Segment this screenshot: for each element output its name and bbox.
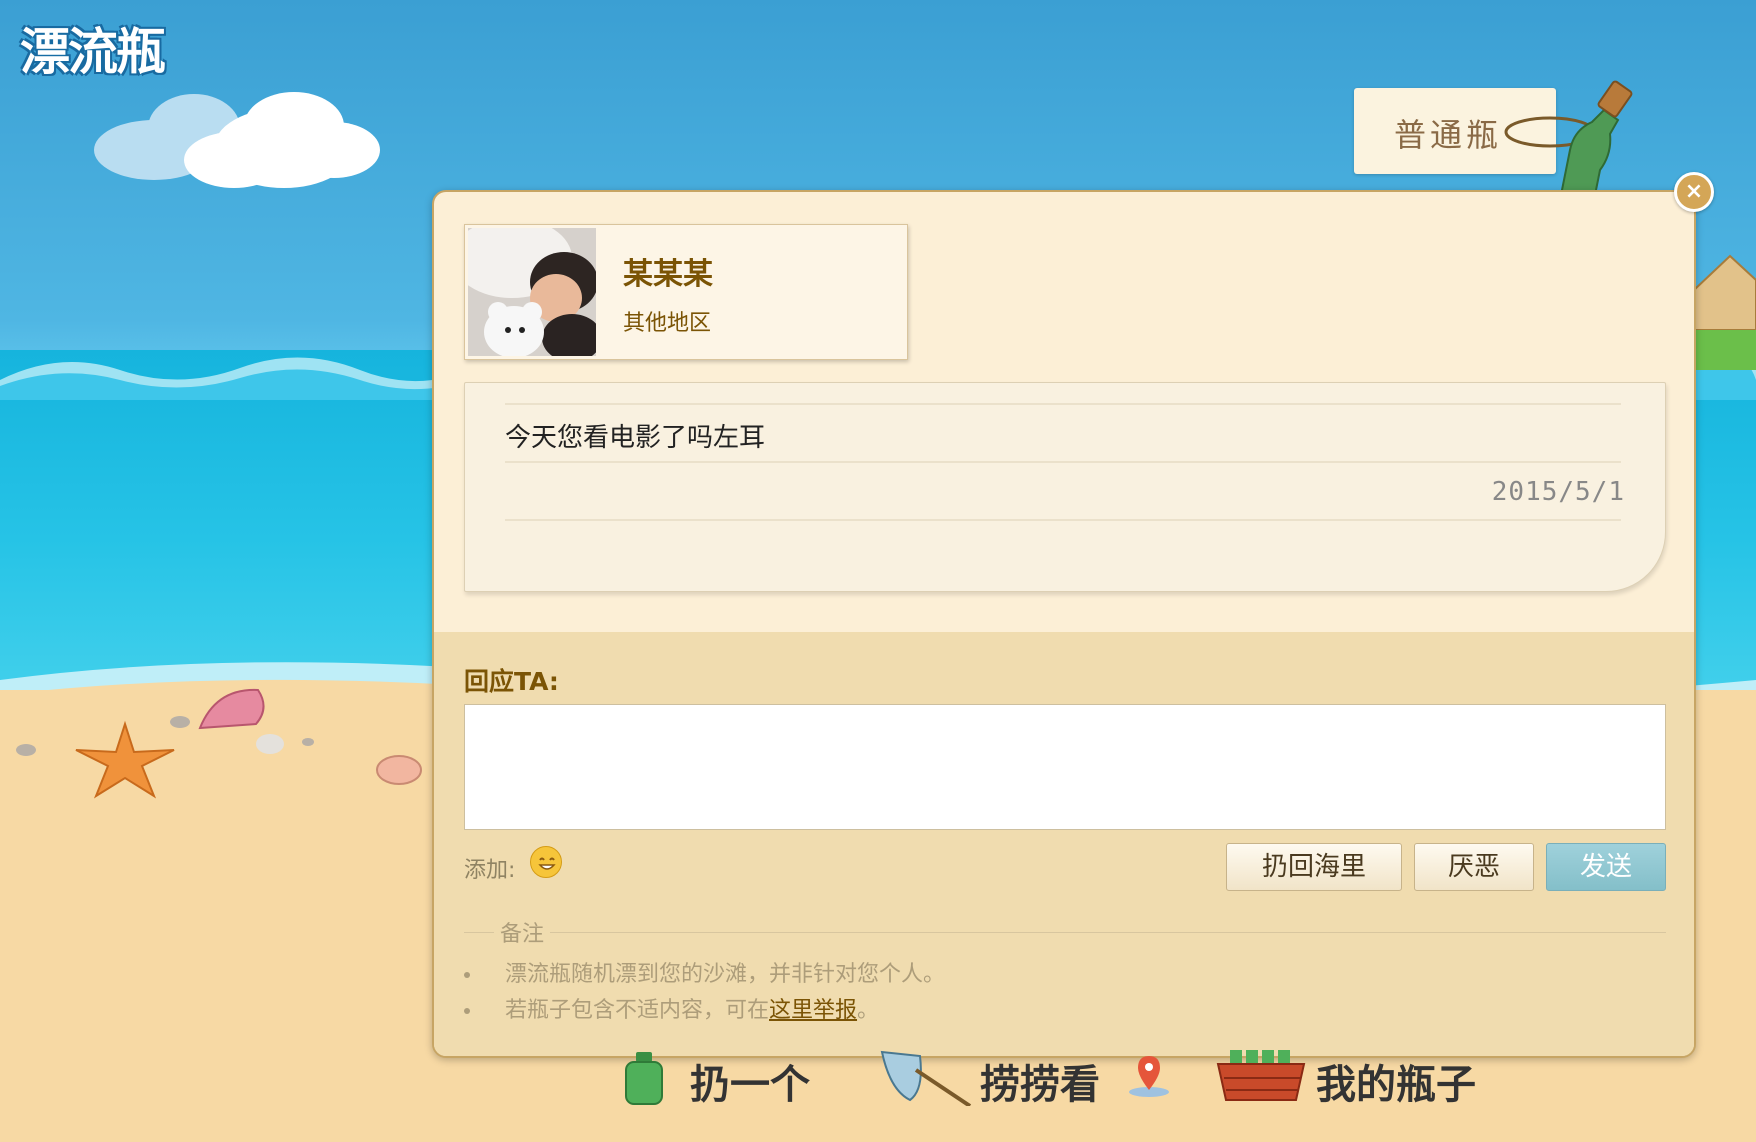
clam-shell-icon (376, 755, 422, 785)
add-label: 添加: (464, 858, 516, 883)
reply-input[interactable] (464, 704, 1666, 830)
bottle-icon (625, 1052, 663, 1105)
message-text: 今天您看电影了吗左耳 (505, 423, 766, 453)
notes-title: 备注 (494, 916, 551, 948)
bottle-dialog: 某某某 其他地区 今天您看电影了吗左耳 2015/5/1 回应TA: 添加: 扔… (432, 190, 1696, 1058)
emoji-face-icon (538, 857, 556, 870)
bottle-type-label: 普通瓶 (1394, 116, 1503, 154)
message-rule (505, 519, 1621, 521)
note-item: 若瓶子包含不适内容，可在这里举报。 (464, 992, 879, 1024)
logo-text: 漂流瓶 (20, 23, 166, 81)
report-link[interactable]: 这里举报 (769, 998, 857, 1023)
sender-name: 某某某 (623, 257, 713, 292)
nav-fish-bottle[interactable]: 捞捞看 (880, 1050, 1130, 1110)
sender-profile-card[interactable]: 某某某 其他地区 (464, 224, 908, 360)
bottle-icon (1504, 80, 1633, 200)
message-box: 今天您看电影了吗左耳 2015/5/1 (464, 382, 1666, 592)
message-rule (505, 461, 1621, 463)
net-icon (880, 1050, 972, 1106)
sender-region: 其他地区 (623, 311, 712, 336)
report-hate-button[interactable]: 厌恶 (1414, 843, 1534, 891)
nav-throw-bottle[interactable]: 扔一个 (622, 1050, 842, 1110)
basket-icon (1216, 1050, 1306, 1101)
note-text: 若瓶子包含不适内容，可在 (505, 998, 770, 1023)
emoji-icon[interactable] (530, 846, 562, 878)
close-icon[interactable]: × (1674, 172, 1714, 212)
app-logo: 漂流瓶 (14, 8, 204, 81)
cloud-icon (94, 92, 380, 188)
note-text: 漂流瓶随机漂到您的沙滩，并非针对您个人。 (505, 962, 946, 987)
message-date: 2015/5/1 (1491, 477, 1625, 507)
nav-fish-label: 捞捞看 (980, 1062, 1100, 1108)
nav-my-bottles[interactable]: 我的瓶子 (1216, 1050, 1496, 1110)
note-text: 。 (857, 998, 880, 1023)
avatar[interactable] (468, 228, 596, 356)
avatar-image (468, 228, 596, 356)
send-button[interactable]: 发送 (1546, 843, 1666, 891)
nav-mine-label: 我的瓶子 (1316, 1062, 1476, 1108)
message-rule (505, 403, 1621, 405)
pebbles (16, 716, 314, 756)
location-pin-icon (1129, 1056, 1169, 1097)
throw-back-button[interactable]: 扔回海里 (1226, 843, 1402, 891)
notes-divider (464, 932, 1666, 933)
beach-hut-icon (1693, 254, 1756, 370)
note-item: 漂流瓶随机漂到您的沙滩，并非针对您个人。 (464, 956, 945, 988)
nav-throw-label: 扔一个 (690, 1062, 810, 1108)
reply-label: 回应TA: (464, 667, 559, 696)
